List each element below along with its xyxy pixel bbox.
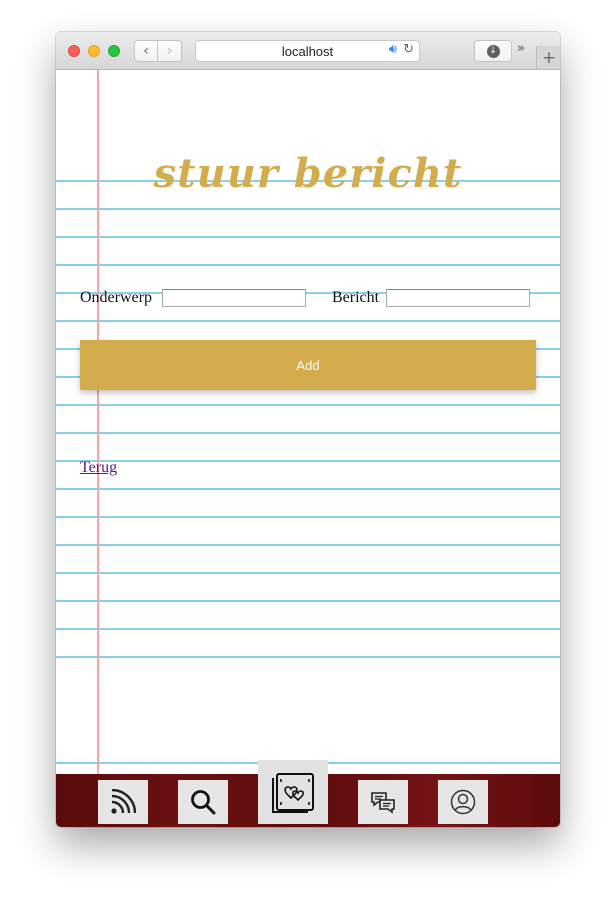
subject-label: Onderwerp — [80, 289, 152, 306]
rss-feed-icon — [110, 789, 136, 815]
rule-line — [56, 488, 560, 490]
page-title: stuur bericht — [153, 150, 463, 197]
search-icon — [190, 789, 216, 815]
new-tab-button[interactable]: + — [536, 46, 560, 69]
back-button[interactable]: ‹ — [134, 40, 158, 62]
rule-line — [56, 264, 560, 266]
rule-line — [56, 236, 560, 238]
back-link[interactable]: Terug — [80, 459, 117, 477]
bottom-navigation — [56, 760, 560, 827]
nav-messages-button[interactable] — [358, 780, 408, 824]
chevron-left-icon: ‹ — [143, 43, 149, 59]
chevron-right-icon: › — [166, 43, 173, 59]
subject-input[interactable] — [162, 289, 306, 307]
nav-search-button[interactable] — [178, 780, 228, 824]
rule-line — [56, 572, 560, 574]
matches-hearts-icon — [270, 770, 316, 814]
more-toolbar-items-icon[interactable]: » — [517, 41, 525, 56]
nav-profile-button[interactable] — [438, 780, 488, 824]
zoom-window-button[interactable] — [108, 45, 120, 57]
forward-button[interactable]: › — [158, 40, 182, 62]
nav-feed-button[interactable] — [98, 780, 148, 824]
chat-bubbles-icon — [370, 790, 396, 814]
rule-line — [56, 656, 560, 658]
rule-line — [56, 208, 560, 210]
add-button[interactable]: Add — [80, 340, 536, 390]
message-input[interactable] — [386, 289, 530, 307]
rule-line — [56, 460, 560, 462]
download-icon: ↓ — [486, 44, 500, 58]
browser-window: ‹ › localhost 🔊︎ ↻ ↓ » + stuur bericht O… — [56, 32, 560, 827]
rule-line — [56, 516, 560, 518]
reload-icon[interactable]: ↻ — [403, 42, 414, 57]
downloads-button[interactable]: ↓ — [474, 40, 512, 62]
profile-icon — [450, 789, 476, 815]
address-bar[interactable]: localhost 🔊︎ ↻ — [195, 40, 420, 62]
rule-line — [56, 628, 560, 630]
nav-matches-button[interactable] — [258, 760, 328, 824]
rule-line — [56, 320, 560, 322]
rule-line — [56, 404, 560, 406]
browser-toolbar: ‹ › localhost 🔊︎ ↻ ↓ » + — [56, 32, 560, 70]
rule-line — [56, 432, 560, 434]
rule-line — [56, 600, 560, 602]
minimize-window-button[interactable] — [88, 45, 100, 57]
url-text: localhost — [281, 43, 334, 59]
message-label: Bericht — [332, 289, 380, 306]
rule-line — [56, 544, 560, 546]
speaker-icon[interactable]: 🔊︎ — [389, 42, 397, 57]
close-window-button[interactable] — [68, 45, 80, 57]
